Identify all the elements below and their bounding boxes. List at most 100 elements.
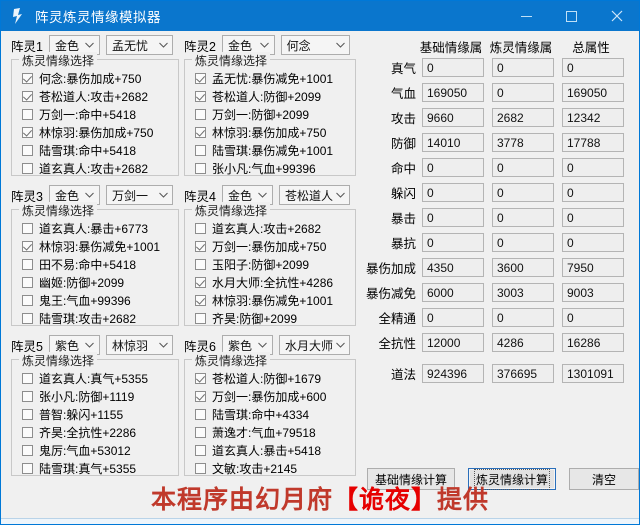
list-item[interactable]: 林惊羽:暴伤加成+750 [22, 123, 178, 141]
list-item[interactable]: 陆雪琪:命中+5418 [22, 141, 178, 159]
checkbox[interactable] [22, 294, 33, 306]
list-item[interactable]: 林惊羽:暴伤加成+750 [195, 123, 355, 141]
checkbox[interactable] [22, 372, 33, 384]
array-6-spirit-select[interactable]: 水月大师 [278, 335, 350, 355]
attr-base-input[interactable]: 0 [422, 158, 484, 177]
attr-refine-input[interactable]: 3778 [492, 133, 554, 152]
attr-base-input[interactable]: 169050 [422, 83, 484, 102]
checkbox[interactable] [22, 90, 33, 102]
attr-base-input[interactable]: 12000 [422, 333, 484, 352]
attr-base-input[interactable]: 6000 [422, 283, 484, 302]
list-item[interactable]: 苍松道人:防御+1679 [195, 369, 355, 387]
checkbox[interactable] [195, 222, 206, 234]
attr-refine-input[interactable]: 0 [492, 158, 554, 177]
attr-base-input[interactable]: 9660 [422, 108, 484, 127]
attr-total-input[interactable]: 0 [562, 308, 624, 327]
list-item[interactable]: 孟无忧:暴伤减免+1001 [195, 69, 355, 87]
list-item[interactable]: 林惊羽:暴伤减免+1001 [195, 291, 355, 309]
attr-total-input[interactable]: 16286 [562, 333, 624, 352]
attr-total-input[interactable]: 0 [562, 58, 624, 77]
checkbox[interactable] [22, 444, 33, 456]
list-item[interactable]: 文敏:攻击+2145 [195, 459, 355, 477]
checkbox[interactable] [195, 72, 206, 84]
list-item[interactable]: 万剑一:命中+5418 [22, 105, 178, 123]
attr-refine-input[interactable]: 0 [492, 58, 554, 77]
list-item[interactable]: 萧逸才:气血+79518 [195, 423, 355, 441]
list-item[interactable]: 苍松道人:防御+2099 [195, 87, 355, 105]
checkbox[interactable] [22, 144, 33, 156]
checkbox[interactable] [195, 426, 206, 438]
checkbox[interactable] [195, 240, 206, 252]
attr-refine-input[interactable]: 2682 [492, 108, 554, 127]
checkbox[interactable] [22, 126, 33, 138]
attr-refine-input[interactable]: 3600 [492, 258, 554, 277]
checkbox[interactable] [22, 72, 33, 84]
list-item[interactable]: 张小凡:气血+99396 [195, 159, 355, 177]
attr-total-input[interactable]: 0 [562, 208, 624, 227]
attr-base-input[interactable]: 4350 [422, 258, 484, 277]
checkbox[interactable] [195, 444, 206, 456]
attr-total-input[interactable]: 0 [562, 233, 624, 252]
attr-refine-input[interactable]: 4286 [492, 333, 554, 352]
attr-base-input[interactable]: 0 [422, 233, 484, 252]
checkbox[interactable] [195, 462, 206, 474]
list-item[interactable]: 鬼厉:气血+53012 [22, 441, 178, 459]
list-item[interactable]: 陆雪琪:攻击+2682 [22, 309, 178, 327]
checkbox[interactable] [195, 408, 206, 420]
list-item[interactable]: 张小凡:防御+1119 [22, 387, 178, 405]
list-item[interactable]: 苍松道人:攻击+2682 [22, 87, 178, 105]
checkbox[interactable] [195, 144, 206, 156]
list-item[interactable]: 道玄真人:暴击+6773 [22, 219, 178, 237]
list-item[interactable]: 道玄真人:攻击+2682 [22, 159, 178, 177]
checkbox[interactable] [22, 258, 33, 270]
minimize-button[interactable] [504, 1, 549, 31]
attr-refine-input[interactable]: 0 [492, 183, 554, 202]
checkbox[interactable] [22, 408, 33, 420]
attr-base-input[interactable]: 924396 [422, 364, 484, 383]
checkbox[interactable] [22, 426, 33, 438]
list-item[interactable]: 陆雪琪:真气+5355 [22, 459, 178, 477]
attr-base-input[interactable]: 0 [422, 308, 484, 327]
checkbox[interactable] [22, 222, 33, 234]
list-item[interactable]: 齐昊:全抗性+2286 [22, 423, 178, 441]
checkbox[interactable] [22, 390, 33, 402]
checkbox[interactable] [195, 108, 206, 120]
checkbox[interactable] [22, 462, 33, 474]
checkbox[interactable] [195, 294, 206, 306]
list-item[interactable]: 道玄真人:真气+5355 [22, 369, 178, 387]
attr-total-input[interactable]: 17788 [562, 133, 624, 152]
attr-refine-input[interactable]: 3003 [492, 283, 554, 302]
attr-refine-input[interactable]: 0 [492, 308, 554, 327]
attr-total-input[interactable]: 7950 [562, 258, 624, 277]
checkbox[interactable] [195, 162, 206, 174]
checkbox[interactable] [22, 108, 33, 120]
attr-total-input[interactable]: 9003 [562, 283, 624, 302]
list-item[interactable]: 陆雪琪:命中+4334 [195, 405, 355, 423]
checkbox[interactable] [195, 372, 206, 384]
checkbox[interactable] [22, 162, 33, 174]
list-item[interactable]: 道玄真人:攻击+2682 [195, 219, 355, 237]
maximize-button[interactable] [549, 1, 594, 31]
array-2-spirit-select[interactable]: 何念 [280, 35, 350, 55]
list-item[interactable]: 幽姬:防御+2099 [22, 273, 178, 291]
array-3-spirit-select[interactable]: 万剑一 [105, 185, 173, 205]
list-item[interactable]: 齐昊:防御+2099 [195, 309, 355, 327]
checkbox[interactable] [195, 126, 206, 138]
list-item[interactable]: 万剑一:暴伤加成+600 [195, 387, 355, 405]
list-item[interactable]: 道玄真人:暴击+5418 [195, 441, 355, 459]
list-item[interactable]: 鬼王:气血+99396 [22, 291, 178, 309]
attr-refine-input[interactable]: 376695 [492, 364, 554, 383]
array-1-spirit-select[interactable]: 孟无忧 [105, 35, 173, 55]
attr-total-input[interactable]: 0 [562, 183, 624, 202]
list-item[interactable]: 玉阳子:防御+2099 [195, 255, 355, 273]
list-item[interactable]: 普智:躲闪+1155 [22, 405, 178, 423]
attr-base-input[interactable]: 14010 [422, 133, 484, 152]
attr-base-input[interactable]: 0 [422, 183, 484, 202]
list-item[interactable]: 林惊羽:暴伤减免+1001 [22, 237, 178, 255]
list-item[interactable]: 万剑一:暴伤加成+750 [195, 237, 355, 255]
attr-total-input[interactable]: 12342 [562, 108, 624, 127]
list-item[interactable]: 万剑一:防御+2099 [195, 105, 355, 123]
checkbox[interactable] [195, 276, 206, 288]
attr-total-input[interactable]: 169050 [562, 83, 624, 102]
checkbox[interactable] [195, 312, 206, 324]
